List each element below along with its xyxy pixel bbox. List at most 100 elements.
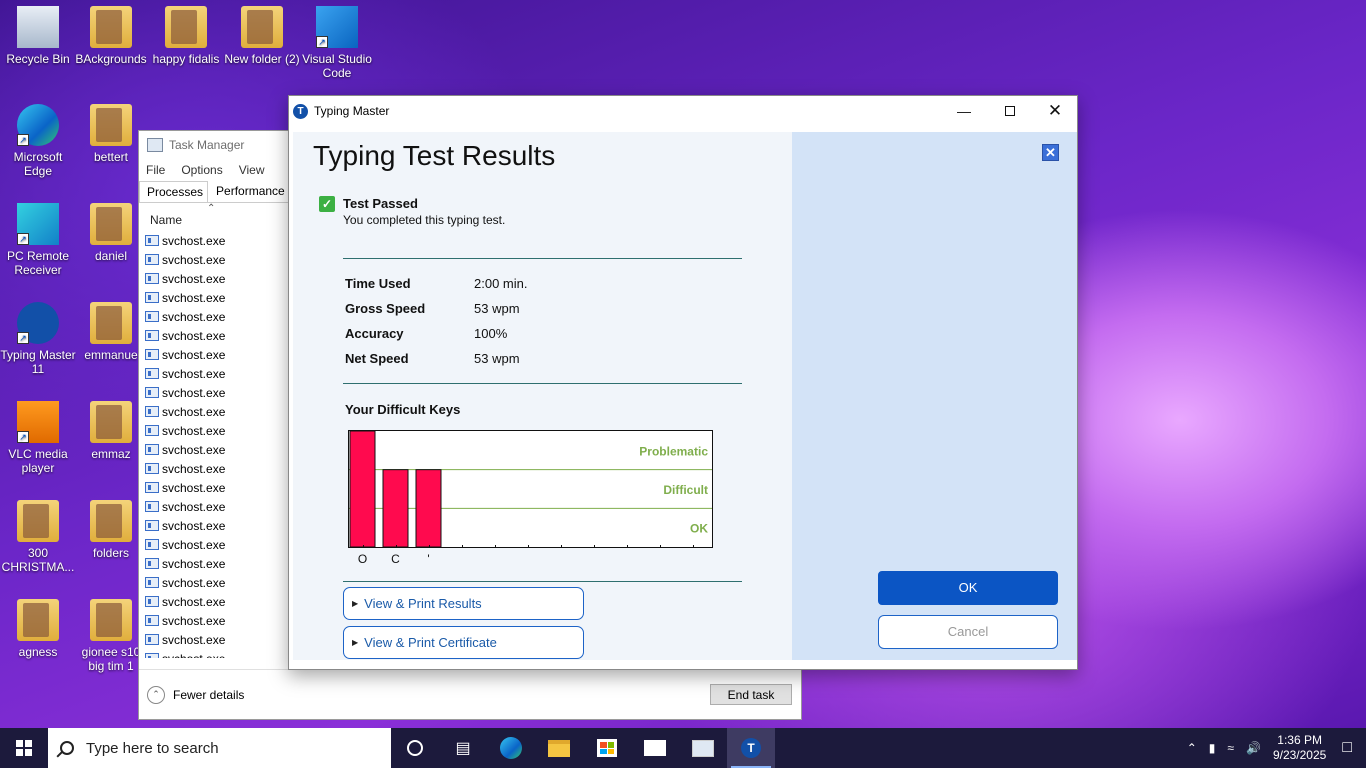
process-name: svchost.exe — [162, 461, 226, 476]
process-name: svchost.exe — [162, 328, 226, 343]
taskbar: Type here to search ▤ T ⌃ ▮ ≈ 🔊 1:36 PM … — [0, 728, 1366, 768]
maximize-button[interactable] — [987, 96, 1033, 126]
task-manager-title: Task Manager — [169, 138, 245, 152]
typing-master-body: Typing Test Results ✓ Test Passed You co… — [293, 132, 1077, 660]
process-name: svchost.exe — [162, 385, 226, 400]
end-task-button[interactable]: End task — [710, 684, 792, 705]
process-icon — [145, 425, 159, 436]
process-name: svchost.exe — [162, 537, 226, 552]
desktop-icon[interactable]: Recycle Bin — [0, 6, 76, 66]
search-placeholder: Type here to search — [86, 739, 219, 757]
chart-category-label: C — [391, 552, 400, 566]
tab-performance[interactable]: Performance — [208, 181, 290, 202]
action-pane: ✕ OK Cancel — [792, 132, 1077, 660]
close-window-button[interactable]: ✕ — [1032, 96, 1078, 126]
stat-value-net: 53 wpm — [474, 351, 520, 366]
typing-master-titlebar[interactable]: T Typing Master — ✕ — [289, 96, 1077, 126]
folder-icon — [241, 6, 283, 48]
start-button[interactable] — [0, 728, 48, 768]
desktop-icon-label: BAckgrounds — [75, 52, 147, 66]
desktop-icon[interactable]: ↗ Typing Master 11 — [0, 302, 76, 376]
process-icon — [145, 653, 159, 658]
window-title: Typing Master — [314, 104, 390, 118]
taskbar-store[interactable] — [583, 728, 631, 768]
shortcut-arrow-icon: ↗ — [17, 431, 29, 443]
desktop-icon[interactable]: agness — [0, 599, 76, 659]
taskbar-edge[interactable] — [487, 728, 535, 768]
taskbar-task-manager[interactable] — [679, 728, 727, 768]
desktop-icon-label: agness — [18, 645, 58, 659]
process-icon — [145, 330, 159, 341]
ok-button[interactable]: OK — [878, 571, 1058, 605]
view-print-results-button[interactable]: ▶ View & Print Results — [343, 587, 584, 620]
clock[interactable]: 1:36 PM 9/23/2025 — [1273, 733, 1326, 763]
taskbar-file-explorer[interactable] — [535, 728, 583, 768]
notifications-icon[interactable]: □ — [1342, 739, 1352, 757]
desktop-icon[interactable]: 300 CHRISTMA... — [0, 500, 76, 574]
typing-master-window[interactable]: T Typing Master — ✕ Typing Test Results … — [288, 95, 1078, 670]
battery-icon[interactable]: ▮ — [1209, 741, 1216, 755]
typing-master-logo-icon: T — [293, 103, 308, 119]
desktop-icon[interactable]: ↗ Microsoft Edge — [0, 104, 76, 178]
triangle-right-icon: ▶ — [352, 599, 359, 608]
task-manager-icon — [147, 138, 163, 152]
desktop-icon[interactable]: ↗ Visual Studio Code — [299, 6, 375, 80]
process-icon — [145, 273, 159, 284]
folder-icon — [90, 302, 132, 344]
folder-icon — [90, 104, 132, 146]
menu-file[interactable]: File — [146, 163, 165, 177]
fewer-details-button[interactable]: ⌃ Fewer details — [147, 685, 245, 704]
process-icon — [145, 387, 159, 398]
sort-up-icon: ⌃ — [207, 203, 216, 214]
recycle-bin-icon — [17, 6, 59, 48]
taskbar-search[interactable]: Type here to search — [48, 728, 391, 768]
wifi-icon[interactable]: ≈ — [1227, 741, 1234, 755]
cancel-button[interactable]: Cancel — [878, 615, 1058, 649]
taskbar-mail[interactable] — [631, 728, 679, 768]
stat-value-gross: 53 wpm — [474, 301, 520, 316]
desktop-icon[interactable]: BAckgrounds — [73, 6, 149, 66]
desktop-icon-label: Visual Studio Code — [302, 52, 372, 80]
stat-value-accuracy: 100% — [474, 326, 508, 341]
maximize-icon — [1005, 106, 1015, 116]
process-name: svchost.exe — [162, 404, 226, 419]
tab-processes[interactable]: Processes — [139, 181, 209, 202]
divider — [343, 258, 742, 259]
menu-view[interactable]: View — [239, 163, 265, 177]
process-icon — [145, 482, 159, 493]
process-icon — [145, 292, 159, 303]
process-icon — [145, 539, 159, 550]
desktop-icon-label: Typing Master 11 — [0, 348, 76, 376]
process-name: svchost.exe — [162, 442, 226, 457]
mail-icon — [644, 740, 666, 756]
process-icon — [145, 634, 159, 645]
task-view-button[interactable]: ▤ — [439, 728, 487, 768]
view-print-certificate-label: View & Print Certificate — [364, 635, 497, 650]
vscode-icon: ↗ — [316, 6, 358, 48]
process-name: svchost.exe — [162, 309, 226, 324]
desktop-icon[interactable]: New folder (2) — [224, 6, 300, 66]
cortana-button[interactable] — [391, 728, 439, 768]
desktop-icon-label: happy fidalis — [152, 52, 220, 66]
process-name: svchost.exe — [162, 652, 225, 659]
desktop-icon[interactable]: happy fidalis — [148, 6, 224, 66]
taskbar-typing-master[interactable]: T — [727, 728, 775, 768]
process-icon — [145, 311, 159, 322]
desktop-icon-label: New folder (2) — [224, 52, 300, 66]
desktop-icon[interactable]: ↗ VLC media player — [0, 401, 76, 475]
store-icon — [597, 739, 617, 757]
results-pane: Typing Test Results ✓ Test Passed You co… — [293, 132, 792, 660]
pc-remote-icon: ↗ — [17, 203, 59, 245]
view-print-certificate-button[interactable]: ▶ View & Print Certificate — [343, 626, 584, 659]
fewer-details-label: Fewer details — [173, 687, 245, 702]
minimize-button[interactable]: — — [941, 96, 987, 126]
stat-value-time: 2:00 min. — [474, 276, 528, 291]
process-name: svchost.exe — [162, 252, 226, 267]
chevron-up-icon[interactable]: ⌃ — [1187, 741, 1197, 755]
process-name: svchost.exe — [162, 632, 226, 647]
menu-options[interactable]: Options — [181, 163, 222, 177]
close-results-button[interactable]: ✕ — [1042, 144, 1059, 161]
desktop-icon[interactable]: ↗ PC Remote Receiver — [0, 203, 76, 277]
chart-bar — [349, 431, 376, 547]
volume-icon[interactable]: 🔊 — [1246, 741, 1261, 755]
